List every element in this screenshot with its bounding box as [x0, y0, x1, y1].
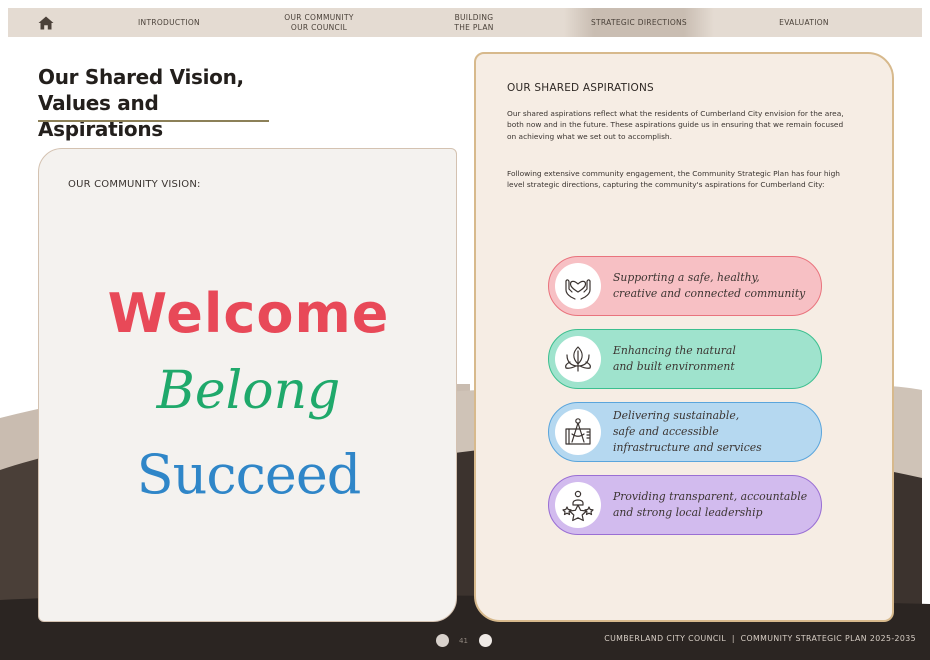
- vision-word-succeed: Succeed: [136, 443, 362, 506]
- direction-3-line1: Delivering sustainable,: [613, 408, 740, 422]
- nav-evaluation-label: EVALUATION: [779, 17, 829, 27]
- direction-2-line1: Enhancing the natural: [613, 343, 736, 357]
- vision-label: OUR COMMUNITY VISION:: [68, 179, 201, 190]
- nav-building-the-plan[interactable]: BUILDING THE PLAN: [384, 8, 564, 37]
- strategic-direction-leadership[interactable]: Providing transparent, accountable and s…: [548, 475, 822, 535]
- leader-stars-icon: [562, 490, 594, 522]
- home-button[interactable]: [8, 16, 84, 30]
- home-icon: [38, 16, 54, 29]
- direction-1-line2: creative and connected community: [613, 287, 806, 300]
- nav-label-line1: OUR COMMUNITY: [284, 12, 354, 22]
- community-vision-card: OUR COMMUNITY VISION: Welcome Belong Suc…: [38, 148, 457, 622]
- footer-text: CUMBERLAND CITY COUNCIL | COMMUNITY STRA…: [604, 634, 916, 643]
- strategic-direction-environment[interactable]: Enhancing the natural and built environm…: [548, 329, 822, 389]
- vision-word-welcome: Welcome: [107, 282, 390, 345]
- hands-heart-icon: [565, 279, 591, 300]
- direction-1-line1: Supporting a safe, healthy,: [613, 270, 760, 284]
- aspirations-title: OUR SHARED ASPIRATIONS: [507, 82, 654, 94]
- aspirations-paragraph-2: Following extensive community engagement…: [507, 169, 840, 190]
- page-title-line1: Our Shared Vision,: [38, 65, 244, 89]
- direction-4-line1: Providing transparent, accountable: [613, 489, 808, 503]
- nav-label-line1: BUILDING: [454, 12, 494, 22]
- shared-aspirations-card: OUR SHARED ASPIRATIONS Our shared aspira…: [474, 52, 894, 622]
- aspirations-paragraph-1: Our shared aspirations reflect what the …: [507, 109, 844, 141]
- page-title: Our Shared Vision, Values and Aspiration…: [38, 64, 278, 142]
- compass-blueprint-icon: [565, 418, 591, 445]
- next-page-button[interactable]: [478, 634, 492, 647]
- direction-4-line2: and strong local leadership: [613, 506, 763, 519]
- nav-introduction-label: INTRODUCTION: [138, 17, 200, 27]
- vision-word-belong: Belong: [156, 361, 341, 421]
- nav-label-line2: THE PLAN: [454, 22, 494, 32]
- page-title-line2: Values and Aspirations: [38, 91, 163, 141]
- nav-our-community-our-council[interactable]: OUR COMMUNITY OUR COUNCIL: [254, 8, 384, 37]
- direction-3-line2: safe and accessible: [613, 424, 719, 438]
- leaf-icon: [565, 346, 591, 372]
- nav-evaluation[interactable]: EVALUATION: [714, 8, 894, 37]
- strategic-direction-community[interactable]: Supporting a safe, healthy, creative and…: [548, 256, 822, 316]
- page-number: 41: [459, 636, 468, 645]
- nav-label-line2: OUR COUNCIL: [290, 22, 348, 32]
- strategic-direction-infrastructure[interactable]: Delivering sustainable, safe and accessi…: [548, 402, 822, 462]
- nav-strategic-directions[interactable]: STRATEGIC DIRECTIONS: [564, 8, 714, 37]
- top-navigation: INTRODUCTION OUR COMMUNITY OUR COUNCIL B…: [8, 8, 922, 37]
- direction-2-line2: and built environment: [613, 360, 735, 373]
- nav-introduction[interactable]: INTRODUCTION: [84, 8, 254, 37]
- nav-strategic-directions-label: STRATEGIC DIRECTIONS: [590, 17, 687, 27]
- page-pager: 41: [436, 634, 492, 647]
- direction-3-line3: infrastructure and services: [613, 441, 762, 455]
- title-underline: [38, 120, 269, 122]
- previous-page-button[interactable]: [436, 634, 449, 647]
